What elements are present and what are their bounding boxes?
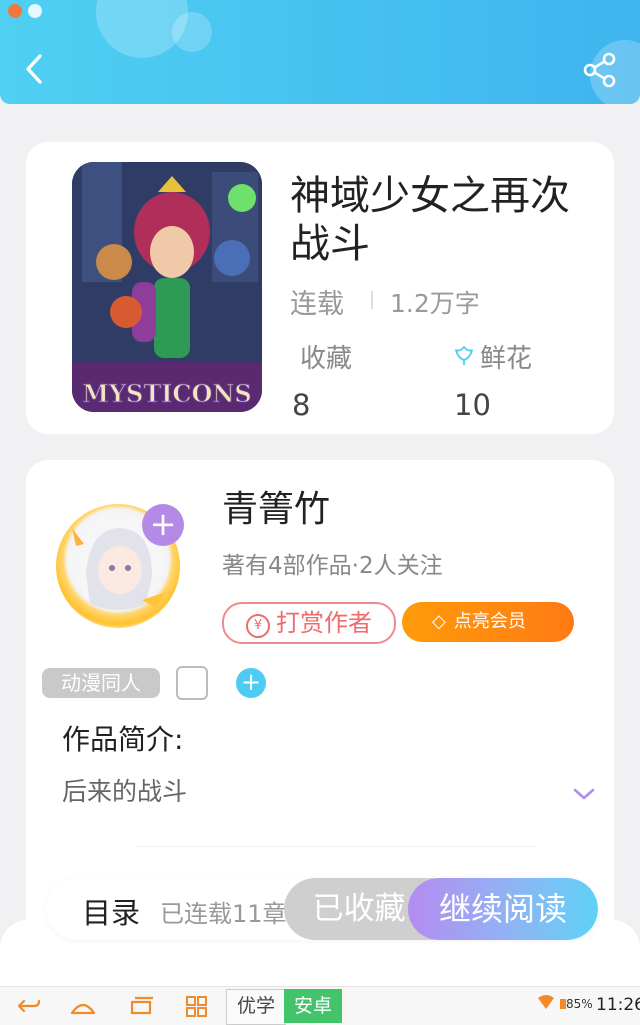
share-icon[interactable] [580, 50, 622, 90]
genre-tag[interactable]: 动漫同人 [42, 668, 160, 698]
svg-text:MYSTICONS: MYSTICONS [82, 379, 251, 408]
decor-bubble [172, 12, 212, 52]
diamond-icon: ◇ [432, 611, 446, 632]
toc-button[interactable]: 目录 [82, 890, 140, 932]
battery-level: 85% [560, 997, 593, 1011]
return-icon[interactable] [16, 995, 42, 1017]
intro-title: 作品简介: [62, 723, 184, 756]
grid-menu-icon[interactable] [184, 995, 210, 1017]
clock: 11:26 [596, 995, 640, 1015]
flower-label: 鲜花 [480, 344, 533, 374]
status-divider [371, 291, 373, 309]
youxue-button[interactable]: 优学 [226, 989, 286, 1025]
book-title: 神域少女之再次战斗 [290, 173, 570, 267]
add-tag-button[interactable]: + [236, 668, 266, 698]
book-cover-image[interactable]: MYSTICONS [72, 162, 262, 412]
serial-chapter-count: 已连载11章 [160, 900, 287, 928]
intro-divider [136, 846, 536, 847]
battery-percent: 85% [566, 997, 593, 1011]
follow-author-button[interactable]: + [142, 504, 184, 546]
flower-icon [455, 346, 473, 365]
flower-count: 10 [454, 388, 491, 422]
recent-apps-icon[interactable] [128, 995, 154, 1017]
author-meta: 著有4部作品·2人关注 [222, 553, 443, 579]
system-nav-bar: 优学 安卓 85% 11:26 [0, 986, 640, 1025]
reward-author-button[interactable]: ¥ 打赏作者 [222, 602, 396, 644]
cover-illustration: MYSTICONS [72, 162, 262, 412]
collect-label: 收藏 [300, 344, 353, 374]
status-message-icon [28, 4, 42, 18]
collect-count: 8 [292, 388, 311, 422]
book-status: 连载 [290, 289, 344, 320]
back-icon[interactable] [18, 48, 54, 90]
empty-tag-slot[interactable] [176, 666, 208, 700]
bottom-action-bar: 目录 已连载11章 已收藏 继续阅读 [46, 878, 598, 940]
intro-text: 后来的战斗 [62, 777, 188, 806]
home-icon[interactable] [70, 995, 96, 1017]
vip-label: 点亮会员 [453, 611, 526, 632]
author-name[interactable]: 青箐竹 [222, 480, 330, 532]
book-info-card: MYSTICONS 神域少女之再次战斗 连载 1.2万字 收藏 8 鲜花 10 [26, 142, 614, 434]
top-header [0, 0, 640, 104]
expand-chevron-down-icon[interactable] [572, 786, 596, 802]
vip-button[interactable]: ◇ 点亮会员 [402, 602, 574, 642]
book-word-count: 1.2万字 [390, 289, 480, 318]
reward-label: 打赏作者 [276, 609, 372, 637]
anzhuo-button[interactable]: 安卓 [284, 989, 342, 1023]
wifi-icon [538, 995, 554, 1009]
status-app-icon [8, 4, 22, 18]
continue-reading-button[interactable]: 继续阅读 [408, 878, 598, 940]
yen-icon: ¥ [246, 614, 270, 638]
